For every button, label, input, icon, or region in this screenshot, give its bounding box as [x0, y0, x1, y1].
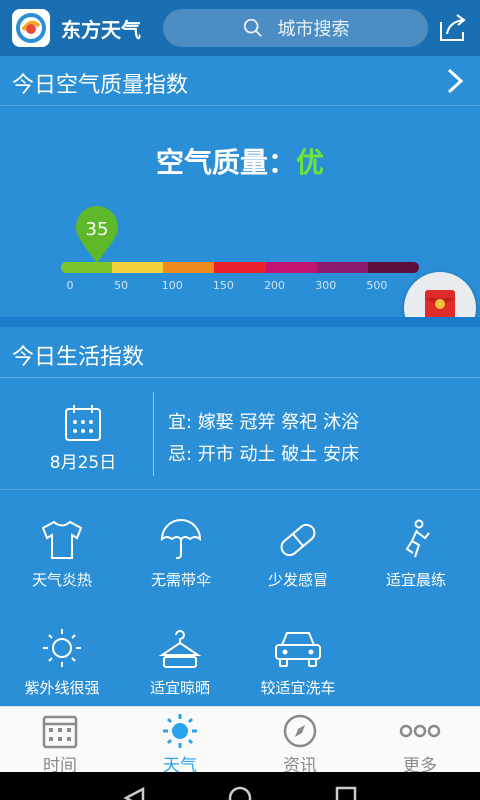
- tab-weather[interactable]: 天气: [120, 707, 240, 776]
- recents-icon[interactable]: [335, 786, 357, 800]
- life-item-cold[interactable]: 少发感冒: [238, 519, 358, 590]
- car-icon: [275, 632, 321, 667]
- bottom-tab-bar: 时间 天气 资讯 更多: [0, 706, 480, 776]
- aqi-scale-segment: [61, 262, 113, 273]
- share-icon[interactable]: [437, 12, 469, 44]
- aqi-scale-segment: [265, 262, 317, 273]
- almanac-yi: 宜: 嫁娶 冠笄 祭祀 沐浴: [168, 412, 359, 433]
- life-item-label: 无需带伞: [150, 571, 211, 589]
- life-item-label: 适宜晾晒: [149, 679, 210, 697]
- aqi-scale-segment: [367, 262, 419, 273]
- life-item-uv[interactable]: 紫外线很强: [2, 627, 122, 698]
- exercise-icon: [405, 519, 430, 558]
- life-index-header: 今日生活指数: [0, 327, 480, 378]
- sun-icon: [43, 629, 81, 667]
- chevron-right-icon[interactable]: [446, 68, 464, 94]
- life-item-label: 适宜晨练: [385, 571, 446, 589]
- life-item-umbrella[interactable]: 无需带伞: [121, 519, 241, 590]
- app-name: 东方天气: [61, 18, 141, 42]
- life-item-drying[interactable]: 适宜晾晒: [120, 627, 240, 698]
- life-item-label: 紫外线很强: [24, 679, 100, 697]
- aqi-scale-segment: [163, 262, 215, 273]
- almanac-separator: [153, 392, 154, 476]
- aqi-panel: 空气质量：优 35 0 50 100 150 200 300 500: [0, 107, 480, 344]
- tab-time[interactable]: 时间: [0, 707, 120, 776]
- aqi-tick-label: 150: [212, 279, 234, 292]
- life-item-hot[interactable]: 天气炎热: [2, 519, 122, 590]
- sun-icon: [163, 714, 197, 748]
- almanac-ji: 忌: 开市 动土 破土 安床: [168, 444, 359, 465]
- tab-more[interactable]: 更多: [360, 707, 480, 776]
- section-divider: [0, 317, 480, 327]
- aqi-scale-segment: [214, 262, 266, 273]
- top-app-bar: 东方天气 城市搜索: [0, 0, 480, 56]
- aqi-tick-label: 200: [264, 279, 286, 292]
- life-item-exercise[interactable]: 适宜晨练: [356, 519, 476, 590]
- aqi-tick-label: 0: [66, 279, 74, 292]
- search-icon: [243, 18, 262, 37]
- hanger-icon: [158, 630, 202, 668]
- city-search-input[interactable]: 城市搜索: [163, 9, 428, 47]
- umbrella-icon: [160, 519, 202, 560]
- aqi-scale-bar: [61, 262, 419, 273]
- almanac-row[interactable]: 8月25日 宜: 嫁娶 冠笄 祭祀 沐浴 忌: 开市 动土 破土 安床: [0, 378, 480, 490]
- search-placeholder: 城市搜索: [277, 19, 350, 40]
- air-quality-level: 优: [296, 146, 325, 179]
- aqi-scale-segment: [112, 262, 164, 273]
- app-logo-icon[interactable]: [12, 9, 50, 47]
- aqi-section-header[interactable]: 今日空气质量指数: [0, 56, 480, 106]
- back-icon[interactable]: [123, 786, 145, 800]
- life-index-title: 今日生活指数: [12, 345, 145, 370]
- air-quality-label: 空气质量：: [155, 146, 296, 179]
- aqi-tick-label: 100: [161, 279, 183, 292]
- life-item-label: 较适宜洗车: [260, 679, 336, 697]
- home-icon[interactable]: [228, 786, 252, 800]
- compass-icon: [283, 714, 317, 748]
- life-index-grid: 天气炎热 无需带伞 少发感冒 适宜晨练 紫外线很强 适宜晾晒 较适宜洗车: [0, 491, 480, 706]
- life-item-carwash[interactable]: 较适宜洗车: [238, 627, 358, 698]
- aqi-tick-label: 500: [366, 279, 388, 292]
- life-item-label: 少发感冒: [267, 571, 328, 589]
- life-item-label: 天气炎热: [31, 571, 92, 589]
- aqi-section-title: 今日空气质量指数: [12, 73, 189, 98]
- aqi-value: 35: [85, 219, 109, 240]
- calendar-icon: [65, 405, 101, 441]
- aqi-scale-segment: [316, 262, 368, 273]
- almanac-date: 8月25日: [49, 453, 117, 473]
- calendar-icon: [42, 715, 78, 749]
- air-quality-row: 空气质量：优: [0, 141, 480, 181]
- aqi-tick-label: 300: [315, 279, 337, 292]
- more-dots-icon: [399, 724, 441, 738]
- pill-icon: [280, 523, 316, 557]
- aqi-tick-label: 50: [114, 279, 129, 292]
- system-nav-bar: [0, 772, 480, 800]
- tab-news[interactable]: 资讯: [240, 707, 360, 776]
- tshirt-icon: [41, 520, 83, 559]
